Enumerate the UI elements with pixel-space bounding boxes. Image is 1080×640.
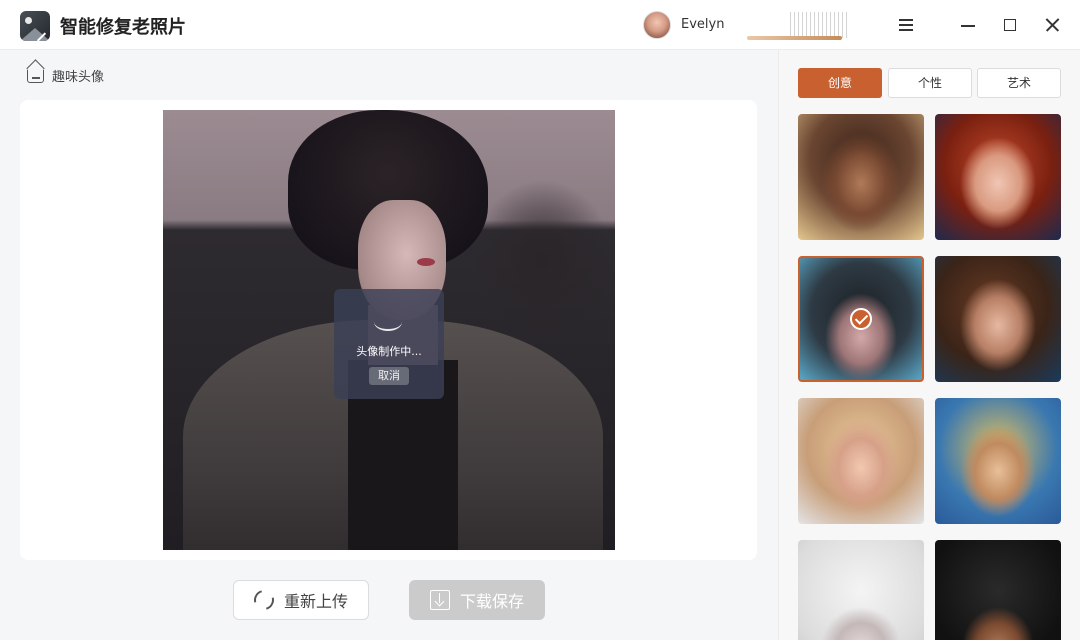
close-icon[interactable] <box>1040 13 1064 37</box>
style-thumbnail[interactable] <box>935 540 1061 640</box>
breadcrumb[interactable]: 趣味头像 <box>26 59 104 86</box>
title-bar: 智能修复老照片 Evelyn <box>0 0 1080 50</box>
style-thumbnail[interactable] <box>935 114 1061 240</box>
style-thumbnail[interactable] <box>798 114 924 240</box>
preview-canvas: 头像制作中... 取消 <box>20 100 757 560</box>
breadcrumb-label[interactable]: 趣味头像 <box>52 66 104 85</box>
download-icon <box>429 590 450 610</box>
minimize-icon[interactable] <box>956 13 980 37</box>
download-label: 下载保存 <box>459 592 524 611</box>
style-thumbnail[interactable] <box>935 256 1061 382</box>
style-thumbnail[interactable] <box>935 398 1061 524</box>
app-title: 智能修复老照片 <box>60 17 186 38</box>
tab-art[interactable]: 艺术 <box>977 68 1061 98</box>
loading-overlay: 头像制作中... 取消 <box>334 289 444 399</box>
reupload-button[interactable]: 重新上传 <box>233 580 369 620</box>
style-thumbnail-selected[interactable] <box>798 256 924 382</box>
home-icon[interactable] <box>26 59 46 85</box>
style-thumbnail[interactable] <box>798 398 924 524</box>
tab-personality[interactable]: 个性 <box>888 68 972 98</box>
vip-badge-icon[interactable] <box>745 10 850 40</box>
spinner-icon <box>374 313 402 331</box>
refresh-icon <box>250 586 278 614</box>
maximize-icon[interactable] <box>998 13 1022 37</box>
style-thumbnail[interactable] <box>798 540 924 640</box>
reupload-label: 重新上传 <box>283 592 348 611</box>
app-logo-icon <box>20 11 50 41</box>
menu-icon[interactable] <box>894 13 918 37</box>
tab-creative[interactable]: 创意 <box>798 68 882 98</box>
style-panel: 创意 个性 艺术 <box>778 50 1080 640</box>
user-avatar[interactable] <box>643 11 671 39</box>
check-icon <box>850 308 872 330</box>
cancel-button[interactable]: 取消 <box>369 367 409 385</box>
loading-text: 头像制作中... <box>356 345 422 358</box>
download-button[interactable]: 下载保存 <box>409 580 545 620</box>
user-name[interactable]: Evelyn <box>681 17 724 32</box>
